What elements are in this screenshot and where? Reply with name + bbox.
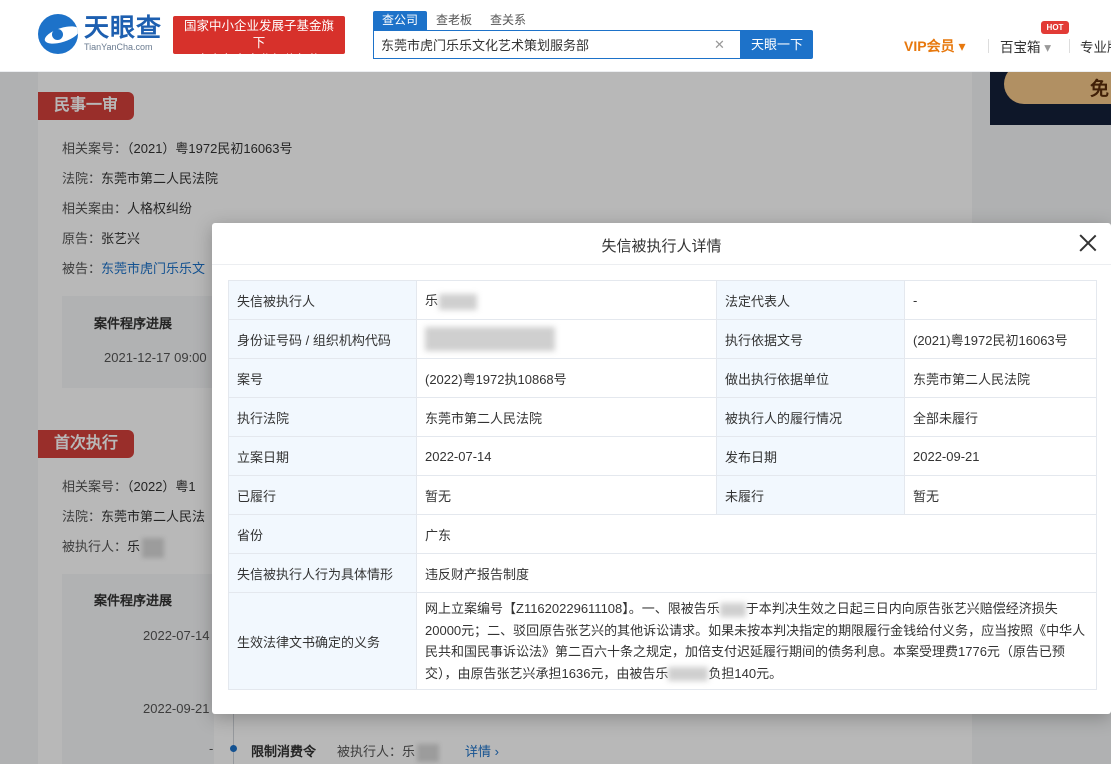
value-filing-date: 2022-07-14 (416, 436, 717, 476)
label-filing-date: 立案日期 (228, 436, 417, 476)
label-performed: 已履行 (228, 475, 417, 515)
value-performance: 全部未履行 (904, 397, 1097, 437)
dishonest-executee-detail-modal: 失信被执行人详情 失信被执行人 乐 法定代表人 - 身份证号码 / 组织机构代码… (212, 223, 1111, 714)
toolbox-label: 百宝箱 (1000, 40, 1041, 55)
search-box: ✕ (373, 30, 741, 59)
obligation-text-part-3: 负担140元。 (708, 665, 783, 681)
label-basis-unit: 做出执行依据单位 (716, 358, 905, 398)
value-legal-rep: - (904, 280, 1097, 320)
value-publish-date: 2022-09-21 (904, 436, 1097, 476)
label-unperformed: 未履行 (716, 475, 905, 515)
tab-search-company[interactable]: 查公司 (373, 11, 428, 30)
value-execution-court: 东莞市第二人民法院 (416, 397, 717, 437)
label-dishonest-behavior: 失信被执行人行为具体情形 (228, 553, 417, 593)
value-performed: 暂无 (416, 475, 717, 515)
value-basis-document: (2021)粤1972民初16063号 (904, 319, 1097, 359)
modal-header: 失信被执行人详情 (212, 223, 1111, 265)
hot-badge: HOT (1041, 21, 1069, 34)
table-row: 案号 (2022)粤1972执10868号 做出执行依据单位 东莞市第二人民法院 (228, 358, 1097, 398)
slogan-badge: 国家中小企业发展子基金旗下 官方备案企业征信机构 (173, 16, 345, 67)
pro-version-link[interactable]: 专业版 (1080, 36, 1111, 56)
table-row: 失信被执行人 乐 法定代表人 - (228, 280, 1097, 320)
label-legal-obligation: 生效法律文书确定的义务 (228, 592, 417, 690)
tianyancha-logo[interactable]: 天眼查 TianYanCha.com (38, 14, 162, 54)
value-province: 广东 (416, 514, 1097, 554)
toolbox-link[interactable]: 百宝箱 ▾ (1000, 36, 1051, 56)
label-province: 省份 (228, 514, 417, 554)
value-basis-unit: 东莞市第二人民法院 (904, 358, 1097, 398)
value-unperformed: 暂无 (904, 475, 1097, 515)
eye-logo-icon (38, 14, 78, 54)
label-executee: 失信被执行人 (228, 280, 417, 320)
table-row: 身份证号码 / 组织机构代码 执行依据文号 (2021)粤1972民初16063… (228, 319, 1097, 359)
value-id-number (416, 319, 717, 359)
redacted-mask (719, 602, 746, 617)
value-legal-obligation: 网上立案编号【Z11620229611108】。一、限被告乐 于本判决生效之日起三… (416, 592, 1097, 690)
logo-text: 天眼查 (84, 14, 163, 42)
label-performance: 被执行人的履行情况 (716, 397, 905, 437)
table-row: 立案日期 2022-07-14 发布日期 2022-09-21 (228, 436, 1097, 476)
table-row: 已履行 暂无 未履行 暂无 (228, 475, 1097, 515)
slogan-line-2: 官方备案企业征信机构 (196, 53, 322, 67)
label-publish-date: 发布日期 (716, 436, 905, 476)
value-executee: 乐 (416, 280, 717, 320)
divider (988, 39, 989, 53)
value-dishonest-behavior: 违反财产报告制度 (416, 553, 1097, 593)
caret-down-icon: ▾ (958, 38, 966, 54)
modal-title: 失信被执行人详情 (601, 238, 722, 255)
label-id-number: 身份证号码 / 组织机构代码 (228, 319, 417, 359)
clear-icon[interactable]: ✕ (714, 37, 732, 53)
tab-search-relation[interactable]: 查关系 (481, 11, 535, 30)
search-button[interactable]: 天眼一下 (741, 30, 813, 59)
label-legal-rep: 法定代表人 (716, 280, 905, 320)
top-header: 天眼查 TianYanCha.com 国家中小企业发展子基金旗下 官方备案企业征… (0, 0, 1111, 72)
table-row: 失信被执行人行为具体情形 违反财产报告制度 (228, 553, 1097, 593)
caret-down-icon: ▾ (1044, 40, 1052, 55)
divider (1069, 39, 1070, 53)
detail-table: 失信被执行人 乐 法定代表人 - 身份证号码 / 组织机构代码 执行依据文号 (… (228, 280, 1097, 690)
label-basis-document: 执行依据文号 (716, 319, 905, 359)
obligation-text-part-1: 网上立案编号【Z11620229611108】。一、限被告乐 (425, 601, 720, 616)
redacted-mask (439, 293, 478, 310)
label-case-number: 案号 (228, 358, 417, 398)
close-icon[interactable] (1079, 234, 1097, 252)
vip-member-link[interactable]: VIP会员 ▾ (904, 36, 966, 56)
table-row: 执行法院 东莞市第二人民法院 被执行人的履行情况 全部未履行 (228, 397, 1097, 437)
logo-domain: TianYanCha.com (84, 42, 153, 52)
search-input[interactable] (374, 37, 714, 52)
vip-label: VIP会员 (904, 38, 955, 54)
search-tabs: 查公司 查老板 查关系 (373, 11, 535, 30)
tab-search-boss[interactable]: 查老板 (427, 11, 481, 30)
redacted-mask (425, 327, 555, 351)
executee-name: 乐 (425, 293, 439, 309)
table-row: 省份 广东 (228, 514, 1097, 554)
table-row: 生效法律文书确定的义务 网上立案编号【Z11620229611108】。一、限被… (228, 592, 1097, 690)
redacted-mask (668, 667, 709, 682)
slogan-line-1: 国家中小企业发展子基金旗下 (183, 19, 334, 50)
value-case-number: (2022)粤1972执10868号 (416, 358, 717, 398)
label-execution-court: 执行法院 (228, 397, 417, 437)
